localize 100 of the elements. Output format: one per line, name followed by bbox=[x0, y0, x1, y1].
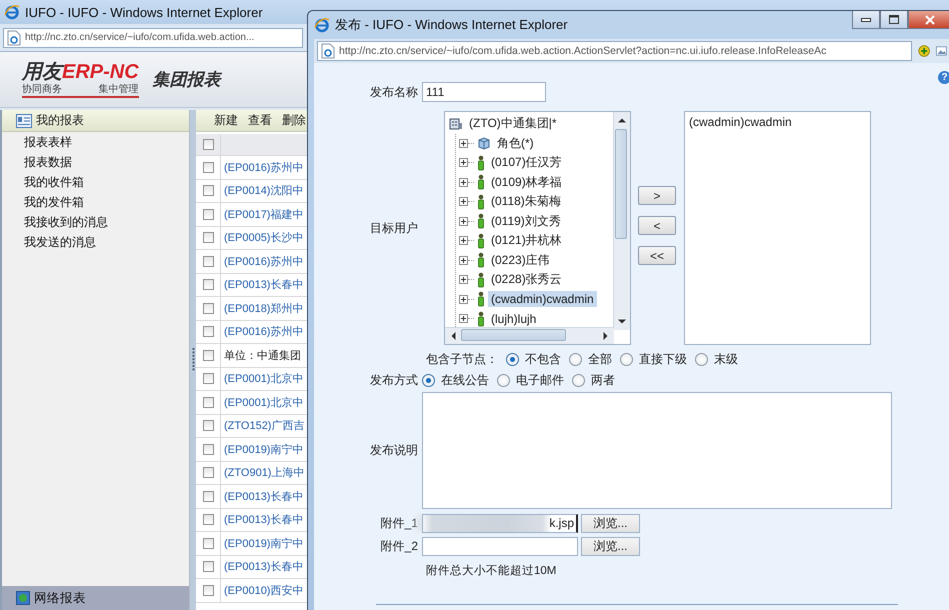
file-field[interactable]: k.jsp bbox=[422, 514, 578, 532]
expand-icon[interactable] bbox=[459, 294, 468, 304]
toolbar-button[interactable]: 删除 bbox=[282, 112, 306, 129]
checkbox[interactable] bbox=[202, 420, 214, 432]
radio-button[interactable] bbox=[506, 352, 519, 366]
checkbox[interactable] bbox=[202, 538, 214, 549]
report-link[interactable]: (EP0019)南宁中 bbox=[221, 536, 304, 551]
expand-icon[interactable] bbox=[459, 197, 468, 206]
browse-button[interactable]: 浏览... bbox=[581, 514, 640, 532]
radio-button[interactable] bbox=[569, 352, 582, 366]
checkbox[interactable] bbox=[202, 561, 214, 572]
sidebar-item[interactable]: 我接收到的消息 bbox=[24, 215, 108, 229]
add-icon[interactable] bbox=[918, 43, 930, 59]
report-link[interactable]: (EP0019)南宁中 bbox=[221, 442, 304, 457]
report-link[interactable]: (EP0016)苏州中 bbox=[221, 160, 304, 175]
tree-item[interactable]: (0107)任汉芳 bbox=[488, 153, 565, 172]
checkbox[interactable] bbox=[202, 467, 214, 478]
help-button[interactable]: ? bbox=[938, 71, 949, 84]
radio-button[interactable] bbox=[422, 374, 435, 386]
report-link[interactable]: (EP0016)苏州中 bbox=[221, 324, 304, 340]
checkbox[interactable] bbox=[202, 444, 214, 455]
radio-button[interactable] bbox=[572, 374, 585, 386]
move-button[interactable]: << bbox=[638, 246, 676, 265]
browse-button[interactable]: 浏览... bbox=[581, 536, 640, 556]
expand-icon[interactable] bbox=[459, 256, 468, 265]
expand-icon[interactable] bbox=[459, 158, 468, 168]
checkbox[interactable] bbox=[202, 326, 214, 338]
move-button[interactable]: < bbox=[638, 216, 676, 235]
sidebar-item[interactable]: 我的收件箱 bbox=[24, 175, 84, 189]
image-icon[interactable] bbox=[936, 44, 947, 58]
address-field[interactable]: http://nc.zto.cn/service/~iufo/com.ufida.web.action... bbox=[3, 28, 303, 48]
field-label: 发布方式 bbox=[369, 372, 419, 388]
horizontal-scrollbar[interactable] bbox=[445, 327, 614, 344]
report-link[interactable]: (EP0001)北京中 bbox=[221, 371, 304, 386]
list-item[interactable]: (cwadmin)cwadmin bbox=[689, 114, 866, 131]
report-link[interactable]: (EP0013)长春中 bbox=[221, 559, 304, 574]
checkbox[interactable] bbox=[202, 279, 214, 290]
report-link[interactable]: (EP0014)沈阳中 bbox=[221, 183, 304, 198]
file-field[interactable] bbox=[422, 536, 578, 556]
toolbar-button[interactable]: 新建 bbox=[214, 112, 238, 129]
tree-item[interactable]: (0118)朱菊梅 bbox=[488, 192, 564, 212]
description-field[interactable] bbox=[422, 392, 892, 509]
checkbox[interactable] bbox=[202, 584, 214, 596]
report-link[interactable]: (ZTO152)广西吉 bbox=[221, 418, 304, 434]
tree-item[interactable]: (ZTO)中通集团|* bbox=[466, 114, 560, 134]
sidebar-item[interactable]: 报表表样 bbox=[24, 135, 72, 149]
checkbox[interactable] bbox=[202, 302, 214, 314]
tree-item[interactable]: (0119)刘文秀 bbox=[488, 212, 564, 231]
expand-icon[interactable] bbox=[459, 178, 468, 187]
report-link[interactable]: (EP0013)长春中 bbox=[221, 512, 304, 528]
report-link[interactable]: (ZTO901)上海中 bbox=[221, 465, 304, 480]
checkbox[interactable] bbox=[202, 232, 214, 244]
checkbox[interactable] bbox=[202, 514, 214, 526]
report-link[interactable]: (EP0013)长春中 bbox=[221, 488, 304, 504]
address-field[interactable]: http://nc.zto.cn/service/~iufo/com.ufida.web.action.ActionServlet?action=nc.ui.iufo.release.InfoReleaseAc bbox=[317, 41, 912, 61]
expand-icon[interactable] bbox=[459, 314, 468, 324]
report-link[interactable]: (EP0013)长春中 bbox=[221, 277, 304, 292]
tree-item[interactable]: (0223)庄伟 bbox=[488, 250, 553, 270]
checkbox[interactable] bbox=[202, 350, 214, 361]
expand-icon[interactable] bbox=[459, 138, 468, 148]
close-button[interactable] bbox=[908, 11, 949, 29]
report-link[interactable]: (EP0010)西安中 bbox=[221, 582, 304, 598]
minimize-icon bbox=[861, 18, 871, 22]
report-link[interactable]: (EP0017)福建中 bbox=[221, 206, 304, 222]
checkbox[interactable] bbox=[202, 162, 214, 173]
checkbox[interactable] bbox=[202, 396, 214, 408]
tree-item[interactable]: (cwadmin)cwadmin bbox=[488, 291, 597, 308]
minimize-button[interactable] bbox=[852, 11, 880, 29]
sidebar-footer[interactable]: 网络报表 bbox=[2, 586, 189, 610]
maximize-button[interactable] bbox=[880, 11, 908, 29]
report-link[interactable]: (EP0018)郑州中 bbox=[221, 300, 304, 316]
checkbox[interactable] bbox=[202, 256, 214, 267]
tree-item[interactable]: (0109)林孝福 bbox=[488, 172, 565, 192]
report-link[interactable]: (EP0016)苏州中 bbox=[221, 254, 304, 269]
grip-icon[interactable] bbox=[192, 348, 194, 372]
tree-item[interactable]: (0228)张秀云 bbox=[488, 270, 565, 290]
move-button[interactable]: > bbox=[638, 186, 676, 205]
radio-button[interactable] bbox=[695, 352, 708, 366]
sidebar-item[interactable]: 我发送的消息 bbox=[24, 235, 96, 249]
vertical-scrollbar[interactable] bbox=[613, 112, 630, 330]
name-field[interactable]: 111 bbox=[422, 82, 546, 102]
sidebar-item[interactable]: 我的发件箱 bbox=[24, 195, 84, 209]
sidebar-item[interactable]: 报表数据 bbox=[24, 155, 72, 169]
report-link[interactable]: (EP0005)长沙中 bbox=[221, 230, 304, 246]
radio-button[interactable] bbox=[620, 352, 633, 366]
checkbox[interactable] bbox=[202, 208, 214, 220]
report-link[interactable]: (EP0001)北京中 bbox=[221, 394, 304, 410]
expand-icon[interactable] bbox=[459, 216, 468, 226]
checkbox[interactable] bbox=[202, 185, 214, 196]
checkbox[interactable] bbox=[202, 373, 214, 384]
expand-icon[interactable] bbox=[459, 236, 468, 246]
radio-button[interactable] bbox=[497, 374, 510, 386]
tree-item[interactable]: (lujh)lujh bbox=[488, 310, 540, 327]
toolbar-button[interactable]: 查看 bbox=[248, 112, 272, 129]
checkbox[interactable] bbox=[202, 139, 214, 150]
expand-icon[interactable] bbox=[459, 275, 468, 284]
sidebar-header[interactable]: 我的报表 bbox=[2, 110, 189, 132]
tree-item[interactable]: 角色(*) bbox=[494, 134, 537, 153]
checkbox[interactable] bbox=[202, 490, 214, 502]
tree-item[interactable]: (0121)井杭林 bbox=[488, 231, 565, 250]
